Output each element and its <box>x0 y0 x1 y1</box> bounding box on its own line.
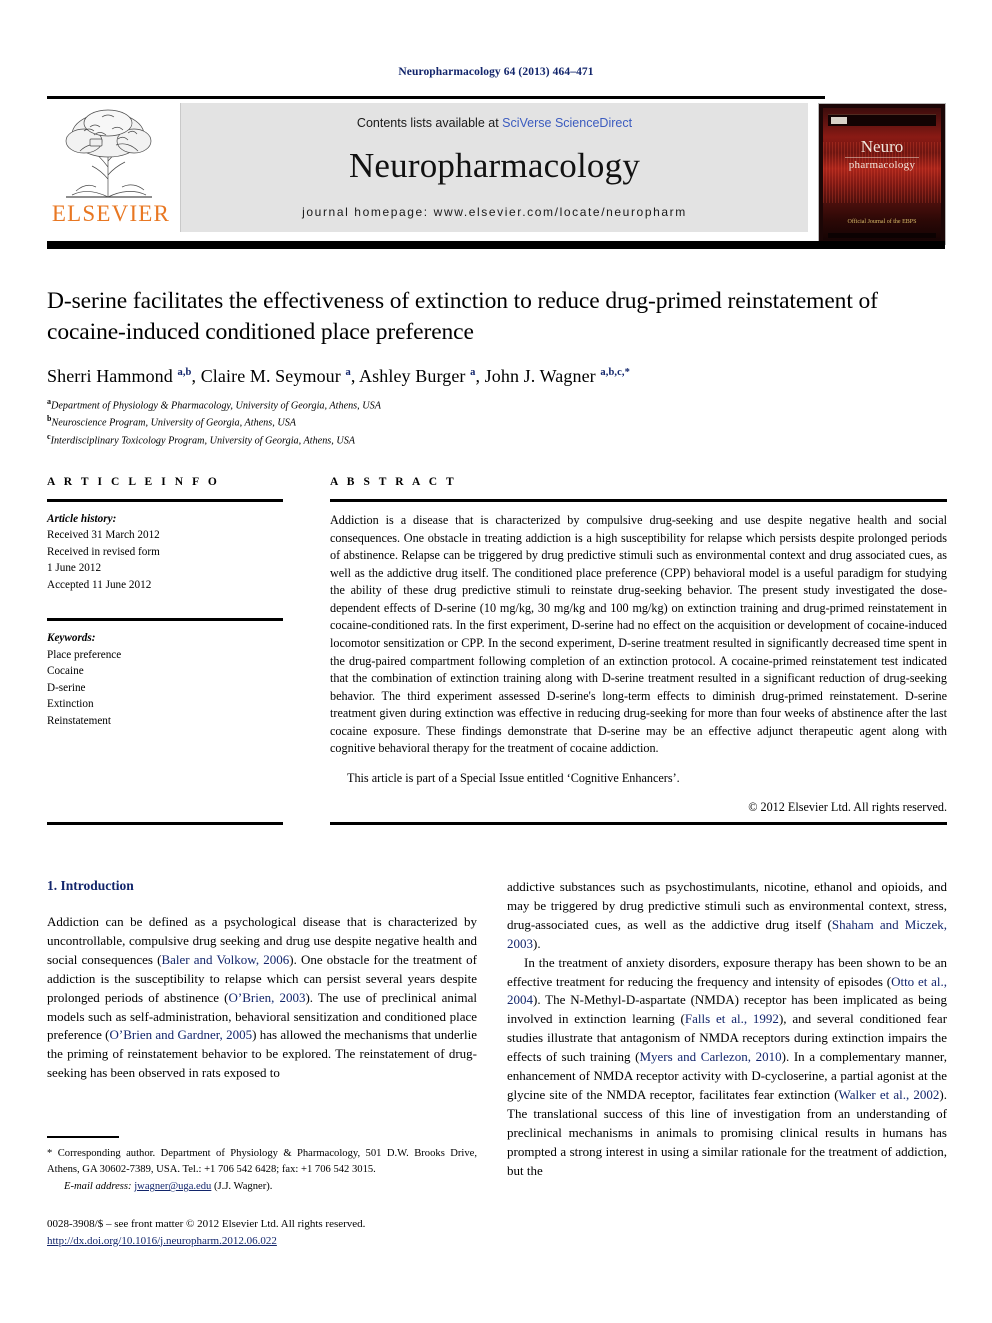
article-history-lines: Received 31 March 2012 Received in revise… <box>47 527 283 593</box>
citation-link[interactable]: Otto et al., 2004 <box>507 974 947 1008</box>
intro-paragraph: addictive substances such as psychostimu… <box>507 879 947 951</box>
cover-bottombar <box>828 233 936 238</box>
keywords-rule <box>47 618 283 622</box>
intro-left-paragraphs: Addiction can be defined as a psychologi… <box>47 913 477 1083</box>
header-row: ELSEVIER Contents lists available at Sci… <box>47 103 946 245</box>
paper-page: Neuropharmacology 64 (2013) 464–471 ELSE… <box>0 0 992 1323</box>
sciencedirect-link[interactable]: SciVerse ScienceDirect <box>502 116 632 130</box>
article-info-heading: A R T I C L E I N F O <box>47 476 220 488</box>
citation-link[interactable]: Baler and Volkow, 2006 <box>161 952 289 967</box>
citation-link[interactable]: Walker et al., 2002 <box>839 1087 940 1102</box>
email-link[interactable]: jwagner@uga.edu <box>134 1181 211 1192</box>
introduction-heading: 1. Introduction <box>47 878 134 893</box>
intro-left-column: 1. Introduction Addiction can be defined… <box>47 878 477 1083</box>
article-title: D-serine facilitates the effectiveness o… <box>47 288 878 346</box>
affiliation: bNeuroscience Program, University of Geo… <box>47 414 297 429</box>
affiliation: cInterdisciplinary Toxicology Program, U… <box>47 432 356 447</box>
article-info-block: A R T I C L E I N F O Article history: R… <box>47 476 283 729</box>
author-list: Sherri Hammond a,b, Claire M. Seymour a,… <box>47 365 630 386</box>
keywords-block: Keywords: Place preference Cocaine D-serin… <box>47 630 283 729</box>
keyword-item: Reinstatement <box>47 714 112 727</box>
elsevier-logo: ELSEVIER <box>50 105 178 233</box>
keyword-item: Place preference <box>47 648 122 661</box>
imprint-block: 0028-3908/$ – see front matter © 2012 El… <box>47 1216 497 1249</box>
abstract-text: Addiction is a disease that is character… <box>330 513 947 756</box>
article-info-bottom-rule <box>47 822 283 825</box>
cover-artwork: Neuro pharmacology Official Journal of t… <box>823 108 941 240</box>
citation-link[interactable]: Myers and Carlezon, 2010 <box>639 1049 781 1064</box>
email-note: E-mail address: jwagner@uga.edu (J.J. Wa… <box>47 1179 477 1195</box>
article-history-line: Received in revised form <box>47 545 160 558</box>
cover-title-line2: pharmacology <box>848 158 916 171</box>
article-history: Article history: Received 31 March 2012 R… <box>47 511 283 593</box>
journal-title: Neuropharmacology <box>348 146 641 185</box>
issn-copyright-line: 0028-3908/$ – see front matter © 2012 El… <box>47 1218 366 1230</box>
email-suffix: (J.J. Wagner). <box>214 1181 273 1193</box>
abstract-bottom-rule <box>330 822 947 825</box>
cover-title: Neuro pharmacology <box>823 138 941 171</box>
keywords-list: Place preference Cocaine D-serine Extinctio… <box>47 647 283 729</box>
citation-link[interactable]: Falls et al., 1992 <box>685 1011 779 1026</box>
affiliation-marker: b <box>47 414 52 424</box>
abstract-heading: A B S T R A C T <box>330 476 457 488</box>
corresponding-author-note: * Corresponding author. Department of Ph… <box>47 1148 477 1175</box>
cover-publisher-mark <box>831 117 847 124</box>
cover-society-seal: Official Journal of the EBPS <box>847 219 917 226</box>
header-top-rule <box>47 96 825 99</box>
citation-link[interactable]: O’Brien, 2003 <box>228 990 305 1005</box>
intro-paragraph: In the treatment of anxiety disorders, e… <box>507 954 948 1178</box>
keyword-item: Cocaine <box>47 665 84 678</box>
intro-paragraph: Addiction can be defined as a psychologi… <box>47 914 478 1081</box>
contents-lists-line: Contents lists available at SciVerse Sci… <box>181 103 808 130</box>
article-history-line: Accepted 11 June 2012 <box>47 578 152 591</box>
elsevier-wordmark: ELSEVIER <box>51 201 171 226</box>
cover-title-line1: Neuro <box>845 138 919 158</box>
abstract-rule <box>330 499 947 502</box>
footnote-block: * Corresponding author. Department of Ph… <box>47 1146 477 1195</box>
citation-link[interactable]: Shaham and Miczek, 2003 <box>507 917 947 951</box>
doi-link[interactable]: http://dx.doi.org/10.1016/j.neuropharm.2… <box>47 1235 277 1247</box>
abstract-special-issue: This article is part of a Special Issue … <box>347 771 680 786</box>
article-info-rule <box>47 499 283 502</box>
affiliation-marker: c <box>47 432 51 442</box>
affiliation: aDepartment of Physiology & Pharmacology… <box>47 396 381 411</box>
journal-cover-thumbnail[interactable]: Neuro pharmacology Official Journal of t… <box>818 103 946 245</box>
article-history-label: Article history: <box>47 513 117 525</box>
journal-banner: Contents lists available at SciVerse Sci… <box>180 103 808 232</box>
article-history-line: Received 31 March 2012 <box>47 529 160 542</box>
affiliation-marker: a <box>47 396 51 406</box>
intro-right-paragraphs: addictive substances such as psychostimu… <box>507 878 947 1181</box>
title-block: D-serine facilitates the effectiveness o… <box>47 286 945 449</box>
keyword-item: Extinction <box>47 698 94 711</box>
email-label: E-mail address: <box>64 1181 132 1193</box>
journal-homepage[interactable]: journal homepage: www.elsevier.com/locat… <box>181 205 808 219</box>
article-history-line: 1 June 2012 <box>47 562 102 575</box>
elsevier-tree-icon <box>50 105 168 203</box>
abstract-block: A B S T R A C T Addiction is a disease t… <box>330 476 947 827</box>
cover-topbar <box>828 114 936 126</box>
contents-prefix: Contents lists available at <box>356 116 503 130</box>
running-head: Neuropharmacology 64 (2013) 464–471 <box>398 66 594 78</box>
keywords-label: Keywords: <box>47 632 96 645</box>
intro-right-column: addictive substances such as psychostimu… <box>507 878 947 1181</box>
citation-link[interactable]: O’Brien and Gardner, 2005 <box>109 1027 252 1042</box>
keyword-item: D-serine <box>47 681 86 694</box>
abstract-copyright: © 2012 Elsevier Ltd. All rights reserved… <box>748 799 947 814</box>
header-bottom-bar <box>47 241 945 249</box>
footnote-separator <box>47 1136 119 1138</box>
affiliation-list: aDepartment of Physiology & Pharmacology… <box>47 396 945 450</box>
